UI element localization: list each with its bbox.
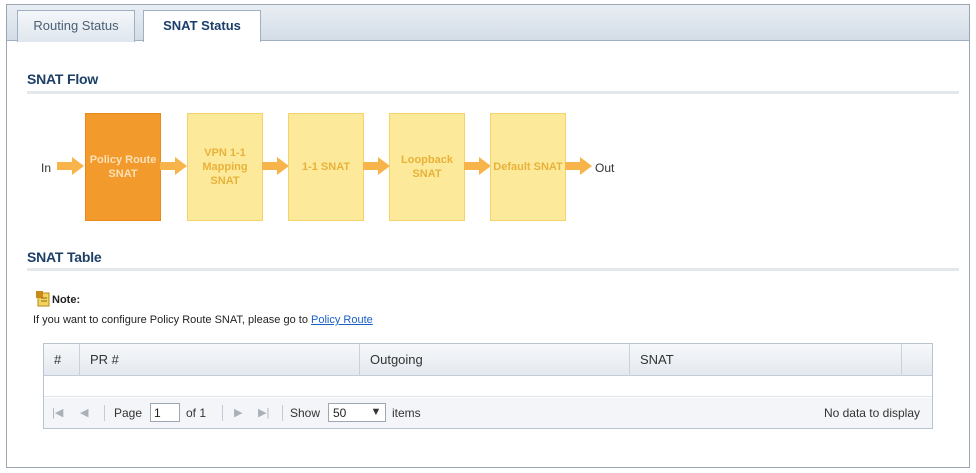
note-icon — [36, 291, 50, 307]
page-count-label: of 1 — [186, 406, 207, 420]
show-label: Show — [290, 406, 321, 420]
column-header-pr[interactable]: PR # — [80, 344, 360, 376]
note-text: If you want to configure Policy Route SN… — [33, 314, 373, 326]
page-label: Page — [114, 406, 143, 420]
pager-divider — [222, 405, 223, 421]
chevron-down-icon[interactable]: ▼ — [367, 404, 385, 421]
previous-page-icon[interactable]: ◀ — [80, 406, 88, 419]
flow-arrow-icon — [565, 157, 592, 175]
tab-bar: Routing Status SNAT Status — [7, 5, 969, 42]
empty-table-message: No data to display — [823, 406, 920, 420]
tab-snat-status[interactable]: SNAT Status — [143, 10, 261, 42]
items-label: items — [392, 406, 421, 420]
snat-flow-title: SNAT Flow — [27, 71, 99, 87]
flow-arrow-icon — [57, 157, 84, 175]
snat-table-title: SNAT Table — [27, 249, 102, 265]
flow-step-policy-route-snat: Policy Route SNAT — [85, 113, 161, 221]
page-size-value: 50 — [333, 406, 347, 420]
column-header-snat[interactable]: SNAT — [630, 344, 902, 376]
policy-route-link[interactable]: Policy Route — [311, 314, 373, 326]
note-message: If you want to configure Policy Route SN… — [33, 314, 312, 326]
table-body — [44, 377, 932, 397]
page-number-input[interactable] — [150, 403, 180, 422]
last-page-icon[interactable]: ▶| — [258, 406, 269, 419]
flow-step-loopback-snat: Loopback SNAT — [389, 113, 465, 221]
flow-step-vpn-mapping-snat: VPN 1-1 Mapping SNAT — [187, 113, 263, 221]
flow-in-label: In — [41, 161, 52, 175]
flow-step-default-snat: Default SNAT — [490, 113, 566, 221]
table-pager: |◀ ◀ Page of 1 ▶ ▶| Show 50 ▼ items No d… — [44, 398, 932, 428]
flow-arrow-icon — [363, 157, 390, 175]
snat-status-panel: Routing Status SNAT Status SNAT Flow In … — [6, 4, 970, 468]
section-divider — [27, 268, 959, 271]
flow-step-1-1-snat: 1-1 SNAT — [288, 113, 364, 221]
note-title: Note: — [52, 294, 81, 306]
flow-arrow-icon — [262, 157, 289, 175]
flow-out-label: Out — [595, 161, 615, 175]
page-size-select[interactable]: 50 ▼ — [328, 403, 386, 422]
next-page-icon[interactable]: ▶ — [234, 406, 242, 419]
flow-arrow-icon — [160, 157, 187, 175]
flow-arrow-icon — [464, 157, 491, 175]
snat-table: # PR # Outgoing SNAT |◀ ◀ Page of 1 ▶ ▶|… — [43, 343, 933, 429]
pager-divider — [282, 405, 283, 421]
tab-routing-status[interactable]: Routing Status — [17, 10, 135, 42]
column-header-index[interactable]: # — [44, 344, 80, 376]
column-header-outgoing[interactable]: Outgoing — [360, 344, 630, 376]
table-header: # PR # Outgoing SNAT — [44, 344, 932, 376]
section-divider — [27, 91, 959, 94]
pager-divider — [104, 405, 105, 421]
first-page-icon[interactable]: |◀ — [52, 406, 63, 419]
